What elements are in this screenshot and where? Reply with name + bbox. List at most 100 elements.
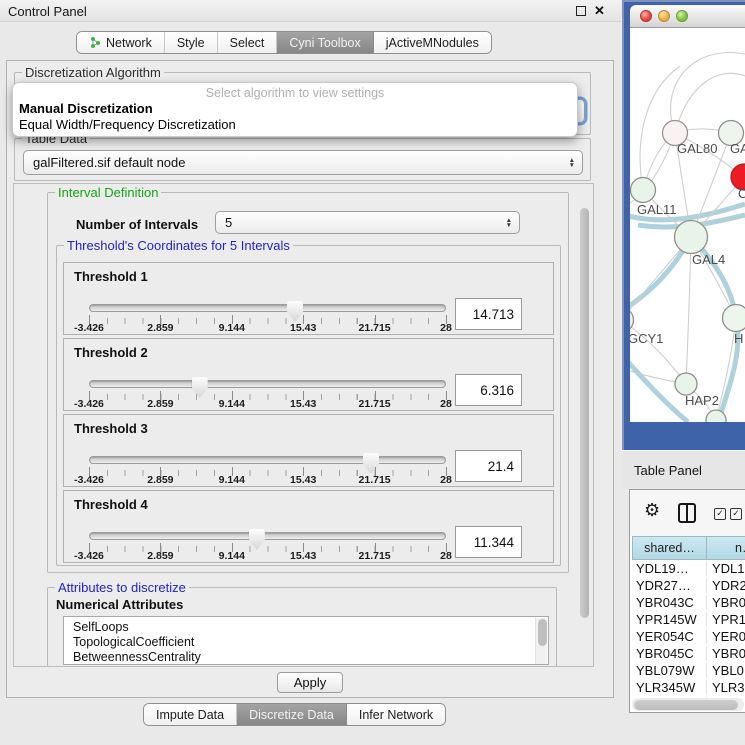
table-row[interactable]: YBL079WYBL0 — [632, 662, 745, 679]
node-label: GAL80 — [677, 141, 717, 156]
attribute-item[interactable]: BetweennessCentrality — [64, 650, 548, 665]
control-panel: Control Panel ✕ Network Style Select Cyn… — [0, 0, 621, 745]
cell-shared-name[interactable]: YBR043C — [632, 595, 707, 610]
threshold-card: Threshold 2 -3.4262.8599.14415.4321.7152… — [63, 338, 554, 411]
tab-label: jActiveMNodules — [386, 36, 479, 50]
network-node[interactable] — [631, 178, 656, 203]
table-row[interactable]: YDL19…YDL1 — [632, 560, 745, 577]
close-icon[interactable]: ✕ — [594, 3, 605, 19]
threshold-value-box[interactable]: 11.344 — [455, 526, 522, 558]
threshold-slider[interactable]: -3.4262.8599.14415.4321.71528 — [89, 301, 446, 335]
table-panel-window: ⚙ ✓ ✓ shared… n… YDL19…YDL1YDR27…YDR2YBR… — [629, 489, 745, 713]
tab-style[interactable]: Style — [165, 32, 218, 53]
slider-track[interactable] — [89, 304, 446, 312]
slider-track[interactable] — [89, 456, 446, 464]
column-header-shared-name[interactable]: shared… — [632, 536, 707, 560]
zoom-traffic-light-icon[interactable] — [676, 10, 688, 22]
threshold-slider[interactable]: -3.4262.8599.14415.4321.71528 — [89, 529, 446, 563]
tab-label: Cyni Toolbox — [289, 36, 360, 50]
tab-cyni-toolbox[interactable]: Cyni Toolbox — [277, 32, 373, 53]
numerical-attributes-list[interactable]: SelfLoopsTopologicalCoefficientBetweenne… — [63, 616, 549, 665]
threshold-label: Threshold 3 — [74, 421, 148, 436]
table-row[interactable]: YLR345WYLR3 — [632, 679, 745, 696]
list-scrollbar-thumb[interactable] — [538, 619, 547, 646]
dropdown-option-manual-discretization[interactable]: Manual Discretization — [17, 101, 573, 117]
split-columns-icon[interactable] — [678, 503, 696, 523]
num-intervals-combobox[interactable]: 5 ▲▼ — [215, 211, 520, 234]
cell-shared-name[interactable]: YBR045C — [632, 646, 707, 661]
checkbox-checked-icon[interactable]: ✓ — [730, 508, 742, 520]
apply-button[interactable]: Apply — [277, 672, 343, 693]
float-window-icon[interactable] — [576, 6, 586, 16]
tab-label: Discretize Data — [249, 708, 334, 722]
cell-shared-name[interactable]: YLR345W — [632, 680, 707, 695]
vertical-scrollbar[interactable] — [578, 186, 591, 665]
cell-name[interactable]: YDR2 — [707, 578, 745, 593]
table-header: shared… n… — [632, 536, 745, 560]
gear-icon[interactable]: ⚙ — [644, 500, 660, 521]
table-data-combobox[interactable]: galFiltered.sif default node ▲▼ — [23, 150, 583, 175]
network-window-titlebar[interactable] — [630, 5, 745, 28]
threshold-value-box[interactable]: 14.713 — [455, 298, 522, 330]
tab-discretize-data[interactable]: Discretize Data — [237, 704, 347, 725]
vertical-scrollbar-thumb[interactable] — [580, 208, 589, 618]
cell-name[interactable]: YBR0 — [707, 595, 745, 610]
slider-scale-labels: -3.4262.8599.14415.4321.71528 — [89, 550, 446, 562]
attribute-item[interactable]: TopologicalCoefficient — [64, 635, 548, 650]
network-node[interactable] — [675, 221, 708, 254]
tab-label: Impute Data — [156, 708, 224, 722]
horizontal-scrollbar[interactable] — [632, 698, 744, 711]
cell-shared-name[interactable]: YDL19… — [632, 561, 707, 576]
threshold-slider[interactable]: -3.4262.8599.14415.4321.71528 — [89, 377, 446, 411]
minimize-traffic-light-icon[interactable] — [658, 10, 670, 22]
threshold-label: Threshold 4 — [74, 497, 148, 512]
horizontal-scrollbar-thumb[interactable] — [634, 700, 738, 710]
slider-track[interactable] — [89, 380, 446, 388]
network-canvas[interactable]: GAL80GACGAL11GAL4GCY1HHAP2 — [630, 28, 745, 422]
group-title: Interval Definition — [55, 185, 161, 200]
tab-select[interactable]: Select — [218, 32, 278, 53]
list-scrollbar[interactable] — [535, 618, 547, 664]
dropdown-placeholder: Select algorithm to view settings — [17, 86, 573, 101]
table-row[interactable]: YER054CYER0 — [632, 628, 745, 645]
network-node[interactable] — [723, 305, 745, 332]
numerical-attributes-label: Numerical Attributes — [56, 597, 183, 612]
threshold-label: Threshold 2 — [74, 345, 148, 360]
cell-name[interactable]: YER0 — [707, 629, 745, 644]
checkbox-checked-icon[interactable]: ✓ — [714, 508, 726, 520]
table-panel-title: Table Panel — [634, 463, 702, 478]
cell-name[interactable]: YLR3 — [707, 680, 745, 695]
cell-shared-name[interactable]: YDR27… — [632, 578, 707, 593]
threshold-slider[interactable]: -3.4262.8599.14415.4321.71528 — [89, 453, 446, 487]
table-data-selected-value: galFiltered.sif default node — [33, 155, 185, 170]
table-panel-header: Table Panel — [622, 450, 745, 488]
screen: Control Panel ✕ Network Style Select Cyn… — [0, 0, 745, 745]
tab-label: Network — [106, 36, 152, 50]
cell-name[interactable]: YBL0 — [707, 663, 744, 678]
table-row[interactable]: YPR145WYPR1 — [632, 611, 745, 628]
tab-infer-network[interactable]: Infer Network — [347, 704, 445, 725]
table-row[interactable]: YBR045CYBR0 — [632, 645, 745, 662]
threshold-value-box[interactable]: 21.4 — [455, 450, 522, 482]
cell-name[interactable]: YDL1 — [707, 561, 745, 576]
close-traffic-light-icon[interactable] — [640, 10, 652, 22]
cell-shared-name[interactable]: YBL079W — [632, 663, 707, 678]
num-intervals-label: Number of Intervals — [76, 217, 198, 232]
slider-track[interactable] — [89, 532, 446, 540]
tab-impute-data[interactable]: Impute Data — [144, 704, 237, 725]
cell-name[interactable]: YPR1 — [707, 612, 745, 627]
tab-network[interactable]: Network — [77, 32, 165, 53]
cyni-toolbox-panel: Discretization Algorithm ▲▼ Select algor… — [6, 60, 614, 698]
dropdown-option-equal-width-frequency[interactable]: Equal Width/Frequency Discretization — [17, 117, 573, 133]
threshold-value-box[interactable]: 6.316 — [455, 374, 522, 406]
table-row[interactable]: YDR27…YDR2 — [632, 577, 745, 594]
threshold-label: Threshold 1 — [74, 269, 148, 284]
column-header-name[interactable]: n… — [707, 536, 745, 560]
network-node[interactable] — [675, 373, 697, 395]
cell-shared-name[interactable]: YER054C — [632, 629, 707, 644]
attribute-item[interactable]: SelfLoops — [64, 620, 548, 635]
table-row[interactable]: YBR043CYBR0 — [632, 594, 745, 611]
cell-name[interactable]: YBR0 — [707, 646, 745, 661]
cell-shared-name[interactable]: YPR145W — [632, 612, 707, 627]
tab-jactivemnodules[interactable]: jActiveMNodules — [374, 32, 491, 53]
